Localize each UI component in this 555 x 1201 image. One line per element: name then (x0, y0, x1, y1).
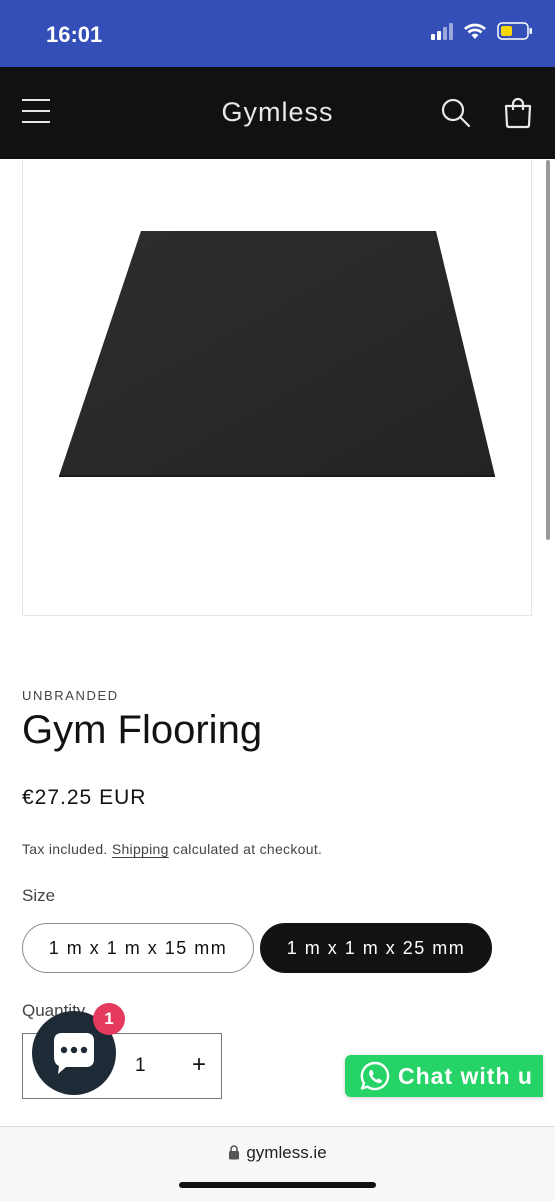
url-bar[interactable]: gymless.ie (0, 1143, 555, 1163)
tax-suffix: calculated at checkout. (168, 841, 323, 857)
scrollbar[interactable] (546, 160, 550, 540)
chat-unread-badge: 1 (93, 1003, 125, 1035)
status-time: 16:01 (46, 22, 103, 47)
store-header: Gymless (0, 67, 555, 159)
size-option-25mm[interactable]: 1 m x 1 m x 25 mm (260, 923, 492, 973)
quantity-plus-button[interactable]: + (181, 1047, 217, 1083)
signal-icon (431, 22, 453, 40)
tax-prefix: Tax included. (22, 841, 112, 857)
product-vendor: UNBRANDED (22, 688, 119, 703)
wifi-icon (464, 23, 486, 39)
product-title: Gym Flooring (22, 708, 263, 752)
status-bar: 16:01 (0, 0, 555, 67)
tax-note: Tax included. Shipping calculated at che… (22, 841, 322, 857)
whatsapp-icon (360, 1061, 390, 1091)
size-label: Size (22, 886, 56, 905)
quantity-input[interactable]: 1 (135, 1055, 146, 1077)
lock-icon (229, 1145, 240, 1160)
status-icons (431, 22, 533, 40)
product-image[interactable] (22, 160, 532, 616)
whatsapp-label: Chat with u (398, 1063, 533, 1089)
size-option-15mm[interactable]: 1 m x 1 m x 15 mm (22, 923, 254, 973)
cart-icon[interactable] (502, 97, 534, 129)
search-icon[interactable] (440, 97, 472, 129)
shipping-link[interactable]: Shipping (112, 841, 169, 857)
url-text: gymless.ie (246, 1143, 327, 1162)
browser-bottom-bar: gymless.ie (0, 1126, 555, 1201)
battery-icon (497, 22, 532, 40)
rubber-mat-image (59, 231, 495, 477)
home-indicator[interactable] (179, 1182, 376, 1188)
whatsapp-chat-button[interactable]: Chat with u (345, 1055, 543, 1097)
product-price: €27.25 EUR (22, 786, 147, 809)
